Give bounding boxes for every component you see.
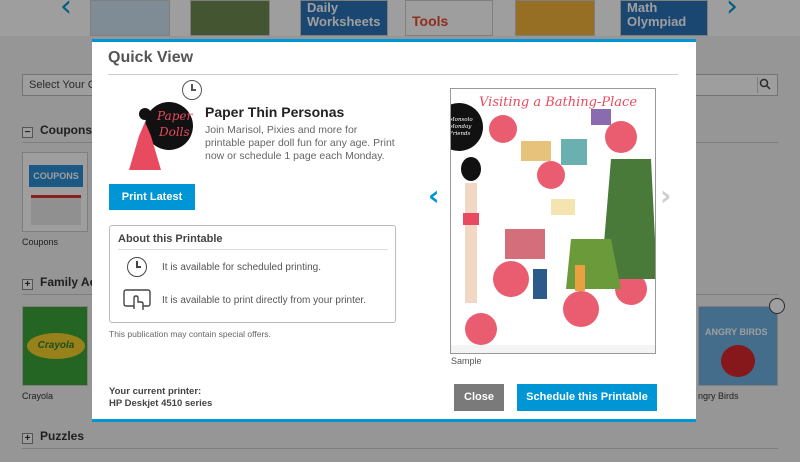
about-row-direct-print: It is available to print directly from y… <box>162 295 366 306</box>
touch-print-icon <box>123 289 151 311</box>
close-button[interactable]: Close <box>454 384 504 411</box>
svg-text:Dolls: Dolls <box>158 125 190 139</box>
current-printer: Your current printer: HP Deskjet 4510 se… <box>109 386 212 410</box>
paper-dolls-logo: Paper Dolls <box>109 92 196 176</box>
about-title: About this Printable <box>118 233 223 245</box>
schedule-printable-button[interactable]: Schedule this Printable <box>517 384 657 411</box>
quick-view-modal: Quick View Paper Dolls Paper Thin Person… <box>92 39 696 422</box>
special-offers-note: This publication may contain special off… <box>109 329 271 339</box>
sample-label: Sample <box>451 356 482 366</box>
printer-name: HP Deskjet 4510 series <box>109 398 213 409</box>
print-latest-button[interactable]: Print Latest <box>109 184 195 210</box>
svg-text:Paper: Paper <box>156 109 193 123</box>
clock-icon <box>127 257 147 277</box>
publication-description: Join Marisol, Pixies and more for printa… <box>205 124 395 162</box>
divider <box>118 249 388 250</box>
publication-thumbnail: Paper Dolls <box>109 92 196 176</box>
sample-heading: Visiting a Bathing-Place <box>479 95 638 110</box>
modal-title: Quick View <box>108 49 194 66</box>
divider <box>108 74 678 75</box>
about-printable-panel: About this Printable It is available for… <box>109 225 396 323</box>
sample-preview[interactable]: Visiting a Bathing-Place Monsolo Monday … <box>450 88 656 354</box>
printer-label: Your current printer: <box>109 386 202 397</box>
publication-title: Paper Thin Personas <box>205 104 345 120</box>
scheduled-clock-icon <box>182 80 202 100</box>
about-row-scheduled: It is available for scheduled printing. <box>162 262 321 273</box>
sample-prev-icon[interactable]: ‹ <box>428 182 446 212</box>
sample-image <box>451 89 655 353</box>
sample-next-icon[interactable]: › <box>660 182 678 212</box>
sample-badge: Monsolo Monday Friends <box>450 117 473 137</box>
